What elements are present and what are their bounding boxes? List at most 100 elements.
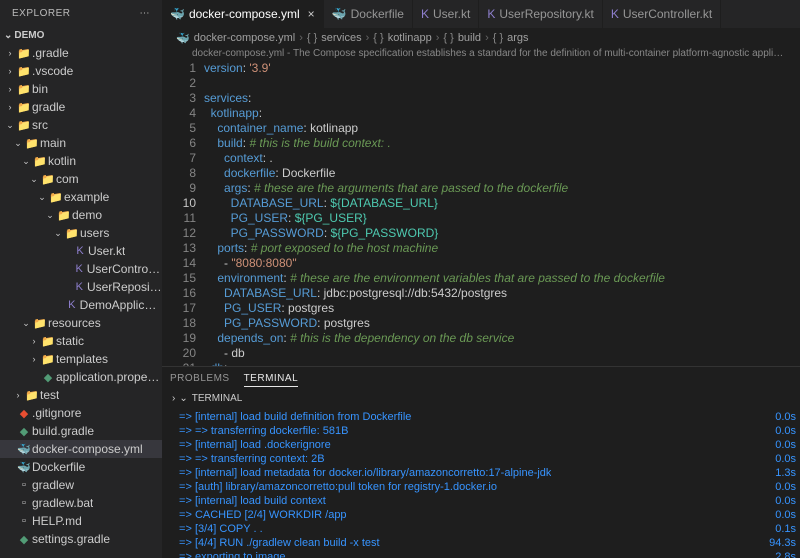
code-text[interactable]: DATABASE_URL: ${DATABASE_URL} — [204, 196, 800, 211]
tree-item[interactable]: ›📁static — [0, 332, 162, 350]
code-text[interactable]: - db — [204, 346, 800, 361]
code-text[interactable]: PG_PASSWORD: ${PG_PASSWORD} — [204, 226, 800, 241]
code-line[interactable]: 16 DATABASE_URL: jdbc:postgresql://db:54… — [180, 286, 800, 301]
terminal-header[interactable]: › ⌄ TERMINAL — [162, 391, 800, 406]
code-text[interactable] — [204, 76, 800, 91]
code-line[interactable]: 1version: '3.9' — [180, 61, 800, 76]
chevron-icon[interactable]: › — [4, 84, 16, 94]
tree-item[interactable]: ⌄📁com — [0, 170, 162, 188]
code-text[interactable]: depends_on: # this is the dependency on … — [204, 331, 800, 346]
breadcrumb-segment[interactable]: build — [458, 32, 481, 44]
tree-item[interactable]: ▫gradlew — [0, 476, 162, 494]
code-line[interactable]: 18 PG_PASSWORD: postgres — [180, 316, 800, 331]
code-area[interactable]: 1version: '3.9'23services:4 kotlinapp:5 … — [180, 61, 800, 366]
tree-item[interactable]: ⌄📁src — [0, 116, 162, 134]
tree-item[interactable]: ›📁.gradle — [0, 44, 162, 62]
code-line[interactable]: 17 PG_USER: postgres — [180, 301, 800, 316]
breadcrumb-segment[interactable]: kotlinapp — [388, 32, 432, 44]
code-text[interactable]: version: '3.9' — [204, 61, 800, 76]
code-line[interactable]: 3services: — [180, 91, 800, 106]
chevron-icon[interactable]: › — [12, 390, 24, 400]
tab[interactable]: KUserRepository.kt — [479, 0, 603, 28]
chevron-icon[interactable]: ⌄ — [12, 138, 24, 149]
tree-item[interactable]: ›📁bin — [0, 80, 162, 98]
code-text[interactable]: context: . — [204, 151, 800, 166]
chevron-icon[interactable]: › — [28, 354, 40, 364]
tree-item[interactable]: KDemoApplica… — [0, 296, 162, 314]
code-text[interactable]: environment: # these are the environment… — [204, 271, 800, 286]
chevron-icon[interactable]: › — [4, 48, 16, 58]
code-line[interactable]: 20 - db — [180, 346, 800, 361]
tree-item[interactable]: ▫HELP.md — [0, 512, 162, 530]
code-text[interactable]: container_name: kotlinapp — [204, 121, 800, 136]
code-text[interactable]: PG_USER: postgres — [204, 301, 800, 316]
tab[interactable]: 🐳docker-compose.yml× — [162, 0, 324, 28]
chevron-icon[interactable]: ⌄ — [28, 174, 40, 185]
chevron-icon[interactable]: ⌄ — [36, 192, 48, 203]
tree-item[interactable]: ⌄📁resources — [0, 314, 162, 332]
code-line[interactable]: 8 dockerfile: Dockerfile — [180, 166, 800, 181]
tree-item[interactable]: ▫gradlew.bat — [0, 494, 162, 512]
tree-item[interactable]: KUserReposit… — [0, 278, 162, 296]
tree-item[interactable]: ›📁.vscode — [0, 62, 162, 80]
code-line[interactable]: 2 — [180, 76, 800, 91]
project-section[interactable]: ⌄ DEMO — [0, 27, 162, 44]
gutter-fold[interactable] — [162, 61, 180, 366]
tree-item[interactable]: 🐳Dockerfile — [0, 458, 162, 476]
code-editor[interactable]: 1version: '3.9'23services:4 kotlinapp:5 … — [162, 61, 800, 366]
code-line[interactable]: 4 kotlinapp: — [180, 106, 800, 121]
code-text[interactable]: services: — [204, 91, 800, 106]
breadcrumb[interactable]: 🐳docker-compose.yml›{ }services›{ }kotli… — [162, 28, 800, 48]
breadcrumb-segment[interactable]: services — [321, 32, 361, 44]
tree-item[interactable]: ◆settings.gradle — [0, 530, 162, 548]
tree-item[interactable]: ›📁test — [0, 386, 162, 404]
tree-item[interactable]: 🐳docker-compose.yml — [0, 440, 162, 458]
close-icon[interactable]: × — [308, 7, 315, 21]
chevron-icon[interactable]: ⌄ — [52, 228, 64, 239]
code-text[interactable]: PG_USER: ${PG_USER} — [204, 211, 800, 226]
code-text[interactable]: build: # this is the build context: . — [204, 136, 800, 151]
breadcrumb-segment[interactable]: docker-compose.yml — [194, 32, 295, 44]
code-text[interactable]: DATABASE_URL: jdbc:postgresql://db:5432/… — [204, 286, 800, 301]
tab[interactable]: 🐳Dockerfile — [324, 0, 413, 28]
panel-tab[interactable]: PROBLEMS — [170, 371, 230, 387]
tree-item[interactable]: ◆application.prope… — [0, 368, 162, 386]
tree-item[interactable]: ◆.gitignore — [0, 404, 162, 422]
code-text[interactable]: PG_PASSWORD: postgres — [204, 316, 800, 331]
code-line[interactable]: 11 PG_USER: ${PG_USER} — [180, 211, 800, 226]
tree-item[interactable]: ›📁gradle — [0, 98, 162, 116]
code-text[interactable]: kotlinapp: — [204, 106, 800, 121]
tree-item[interactable]: ⌄📁main — [0, 134, 162, 152]
code-line[interactable]: 19 depends_on: # this is the dependency … — [180, 331, 800, 346]
code-line[interactable]: 9 args: # these are the arguments that a… — [180, 181, 800, 196]
code-line[interactable]: 15 environment: # these are the environm… — [180, 271, 800, 286]
code-line[interactable]: 7 context: . — [180, 151, 800, 166]
more-icon[interactable]: ⋯ — [140, 8, 151, 19]
code-line[interactable]: 12 PG_PASSWORD: ${PG_PASSWORD} — [180, 226, 800, 241]
tree-item[interactable]: ⌄📁kotlin — [0, 152, 162, 170]
tree-item[interactable]: ⌄📁demo — [0, 206, 162, 224]
code-line[interactable]: 5 container_name: kotlinapp — [180, 121, 800, 136]
chevron-icon[interactable]: ⌄ — [44, 210, 56, 221]
chevron-icon[interactable]: ⌄ — [4, 120, 16, 131]
code-line[interactable]: 6 build: # this is the build context: . — [180, 136, 800, 151]
tree-item[interactable]: ◆build.gradle — [0, 422, 162, 440]
code-line[interactable]: 13 ports: # port exposed to the host mac… — [180, 241, 800, 256]
chevron-icon[interactable]: ⌄ — [20, 156, 32, 167]
tab[interactable]: KUserController.kt — [603, 0, 721, 28]
code-line[interactable]: 14 - "8080:8080" — [180, 256, 800, 271]
chevron-icon[interactable]: › — [4, 102, 16, 112]
panel-tab[interactable]: TERMINAL — [244, 371, 299, 387]
code-text[interactable]: - "8080:8080" — [204, 256, 800, 271]
tab[interactable]: KUser.kt — [413, 0, 479, 28]
tree-item[interactable]: KUser.kt — [0, 242, 162, 260]
chevron-icon[interactable]: › — [28, 336, 40, 346]
code-line[interactable]: 10 DATABASE_URL: ${DATABASE_URL} — [180, 196, 800, 211]
chevron-icon[interactable]: ⌄ — [20, 318, 32, 329]
terminal-body[interactable]: => [internal] load build definition from… — [162, 406, 800, 558]
chevron-icon[interactable]: › — [4, 66, 16, 76]
code-text[interactable]: dockerfile: Dockerfile — [204, 166, 800, 181]
code-text[interactable]: args: # these are the arguments that are… — [204, 181, 800, 196]
tree-item[interactable]: KUserControll… — [0, 260, 162, 278]
tree-item[interactable]: ⌄📁example — [0, 188, 162, 206]
